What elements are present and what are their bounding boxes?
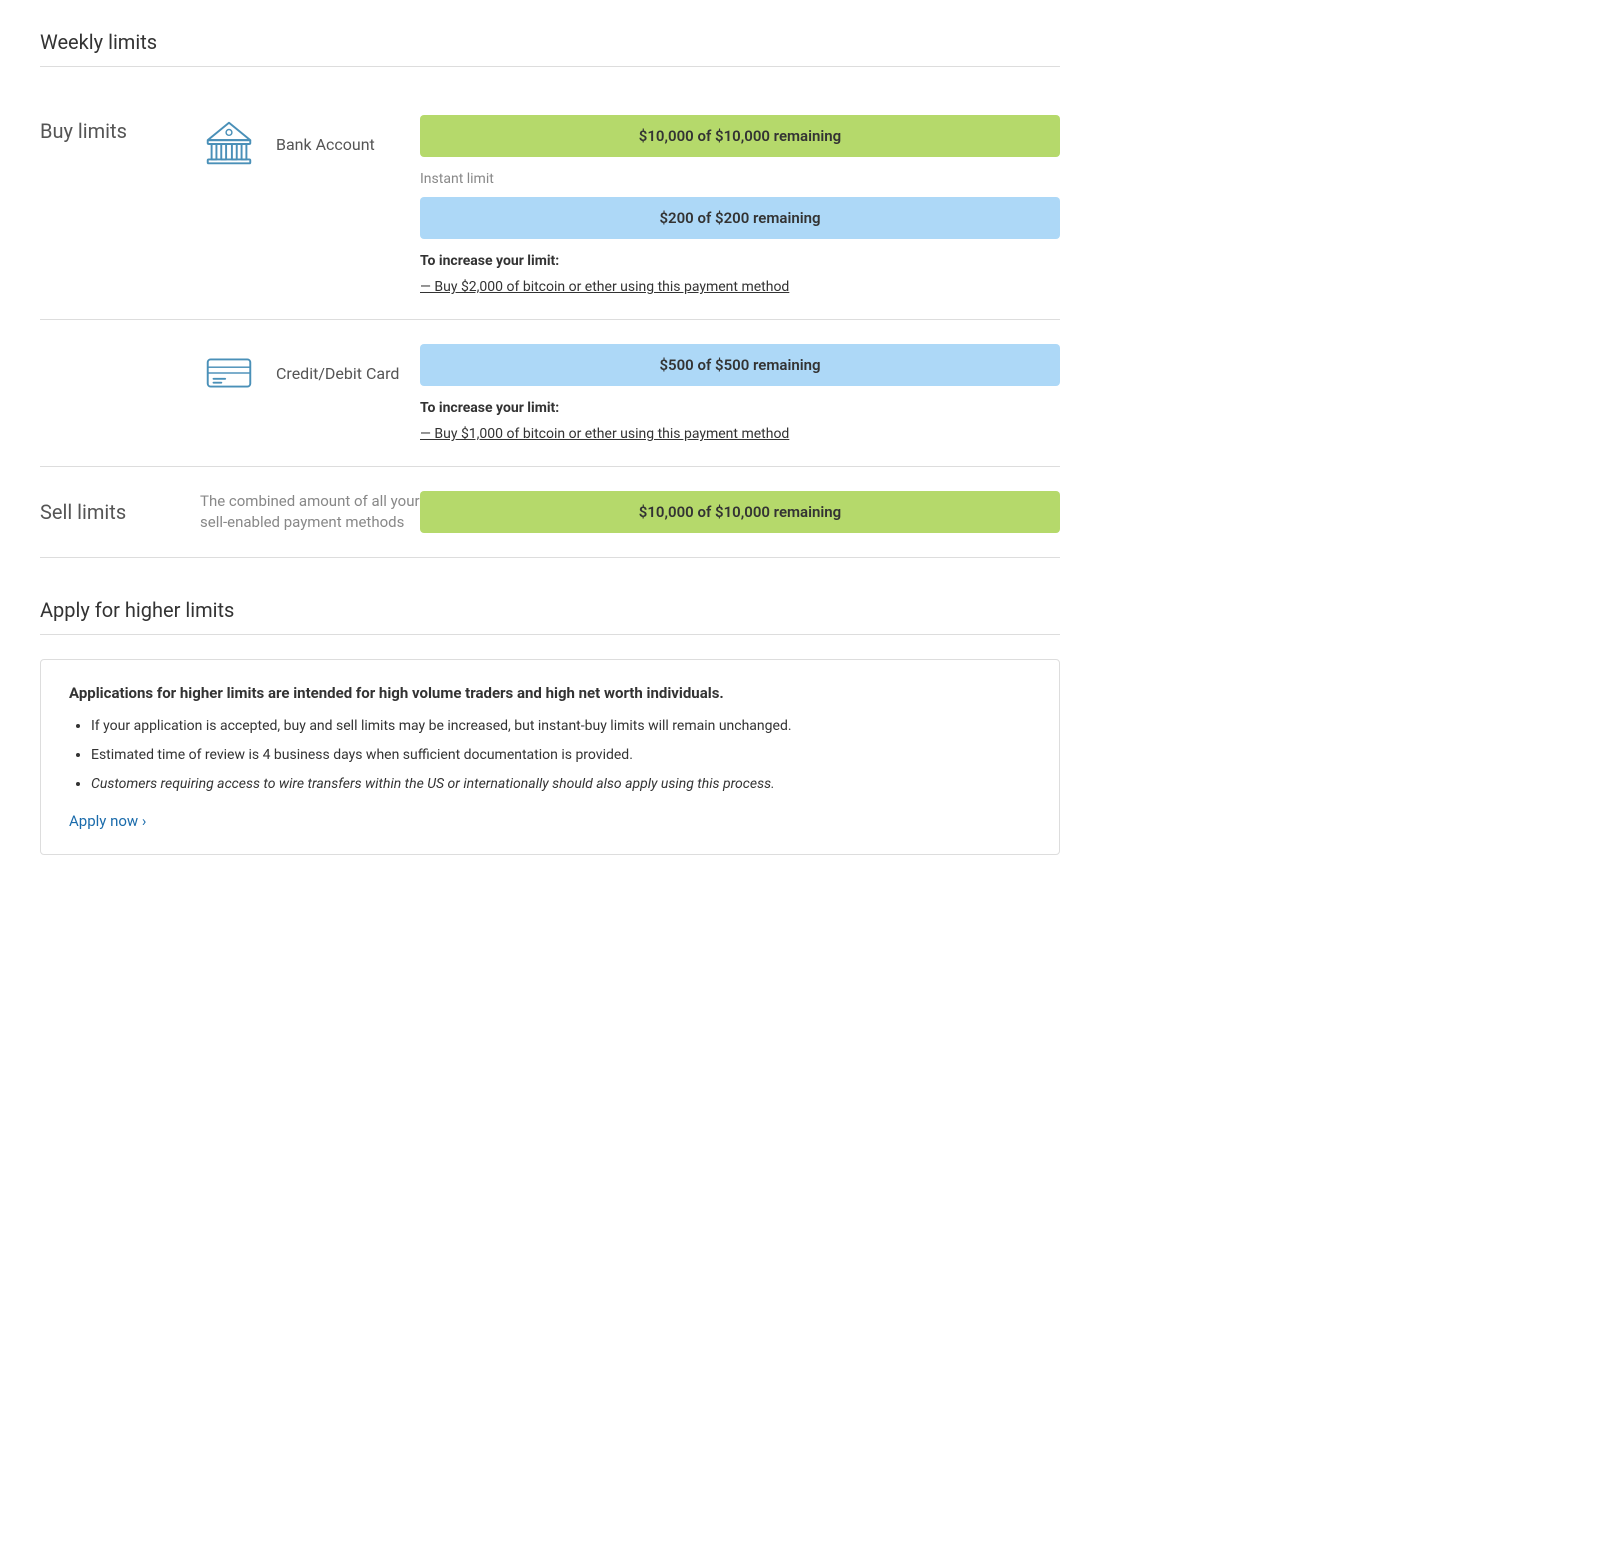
- apply-now-button[interactable]: Apply now ›: [69, 812, 146, 830]
- apply-divider: [40, 634, 1060, 635]
- bank-account-payment-method: Bank Account: [200, 115, 420, 173]
- increase-link-card-anchor[interactable]: — Buy $1,000 of bitcoin or ether using t…: [420, 426, 789, 442]
- increase-link-card[interactable]: — Buy $1,000 of bitcoin or ether using t…: [420, 426, 1060, 442]
- bank-account-name: Bank Account: [276, 135, 375, 154]
- increase-limit-label-bank: To increase your limit:: [420, 253, 1060, 269]
- increase-link-bank[interactable]: — Buy $2,000 of bitcoin or ether using t…: [420, 279, 1060, 295]
- weekly-limits-title: Weekly limits: [40, 30, 1060, 54]
- credit-card-bar: $500 of $500 remaining: [420, 344, 1060, 386]
- sell-limits-bar: $10,000 of $10,000 remaining: [420, 491, 1060, 533]
- credit-card-icon: [200, 344, 258, 402]
- credit-card-payment-method: Credit/Debit Card: [200, 344, 420, 402]
- apply-bullet-2: Estimated time of review is 4 business d…: [91, 745, 1031, 766]
- sell-limits-row: Sell limits The combined amount of all y…: [40, 467, 1060, 558]
- credit-card-limit-details: $500 of $500 remaining To increase your …: [420, 344, 1060, 442]
- sell-limits-description: The combined amount of all your sell-ena…: [200, 491, 420, 533]
- apply-box: Applications for higher limits are inten…: [40, 659, 1060, 855]
- credit-card-label-spacer: [40, 344, 200, 348]
- sell-limits-label: Sell limits: [40, 500, 200, 524]
- apply-section: Apply for higher limits Applications for…: [40, 598, 1060, 855]
- weekly-limits-section: Weekly limits Buy limits Bank Account $1…: [40, 30, 1060, 558]
- apply-bullet-3: Customers requiring access to wire trans…: [91, 774, 1031, 795]
- increase-link-bank-anchor[interactable]: — Buy $2,000 of bitcoin or ether using t…: [420, 279, 789, 295]
- buy-limits-overall-details: $10,000 of $10,000 remaining Instant lim…: [420, 115, 1060, 295]
- apply-bullet-list: If your application is accepted, buy and…: [69, 716, 1031, 795]
- apply-bullet-1: If your application is accepted, buy and…: [91, 716, 1031, 737]
- buy-limits-overall-row: Buy limits Bank Account $10,000 of $10,0…: [40, 91, 1060, 320]
- sell-limits-bar-wrapper: $10,000 of $10,000 remaining: [420, 491, 1060, 533]
- apply-bold-text: Applications for higher limits are inten…: [69, 684, 1031, 702]
- bank-icon: [200, 115, 258, 173]
- buy-overall-bar: $10,000 of $10,000 remaining: [420, 115, 1060, 157]
- apply-section-title: Apply for higher limits: [40, 598, 1060, 622]
- buy-limits-label: Buy limits: [40, 115, 200, 143]
- credit-card-name: Credit/Debit Card: [276, 364, 399, 383]
- increase-limit-label-card: To increase your limit:: [420, 400, 1060, 416]
- instant-limit-bar: $200 of $200 remaining: [420, 197, 1060, 239]
- instant-limit-label: Instant limit: [420, 171, 1060, 187]
- credit-card-row: Credit/Debit Card $500 of $500 remaining…: [40, 320, 1060, 467]
- top-divider: [40, 66, 1060, 67]
